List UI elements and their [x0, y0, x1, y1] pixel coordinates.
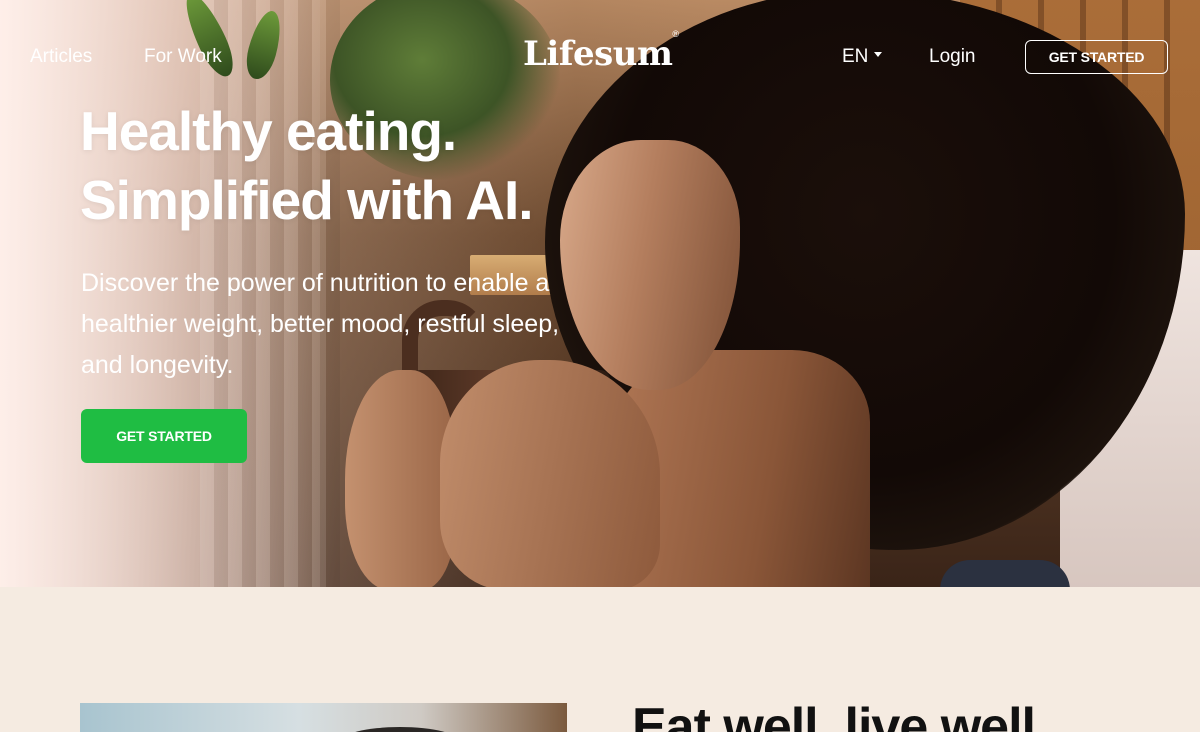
registered-mark: ® — [672, 28, 679, 39]
login-link[interactable]: Login — [929, 46, 976, 68]
hero-image-shirt — [940, 560, 1070, 587]
hero-image-hand-left — [345, 370, 455, 587]
hero-section: Articles For Work Lifesum® EN Login GET … — [0, 0, 1200, 587]
hero-headline-line2: Simplified with AI. — [80, 169, 534, 231]
hero-subtext: Discover the power of nutrition to enabl… — [81, 269, 560, 379]
section-image — [80, 703, 567, 732]
caret-down-icon — [874, 51, 883, 57]
hero-get-started-button[interactable]: GET STARTED — [81, 409, 247, 463]
section-image-shape — [340, 727, 460, 732]
logo-text: Lifesum — [523, 34, 673, 74]
hero-headline: Healthy eating. Simplified with AI. — [80, 97, 534, 235]
section-heading: Eat well, live well — [632, 698, 1036, 732]
nav-link-articles[interactable]: Articles — [30, 46, 92, 68]
nav-get-started-button[interactable]: GET STARTED — [1025, 40, 1168, 74]
hero-image-hand-right — [440, 360, 660, 587]
language-label: EN — [842, 46, 869, 67]
hero-headline-line1: Healthy eating. — [80, 100, 457, 162]
nav-link-for-work[interactable]: For Work — [144, 46, 222, 68]
language-selector[interactable]: EN — [842, 46, 883, 68]
lifesum-logo[interactable]: Lifesum® — [523, 29, 679, 74]
